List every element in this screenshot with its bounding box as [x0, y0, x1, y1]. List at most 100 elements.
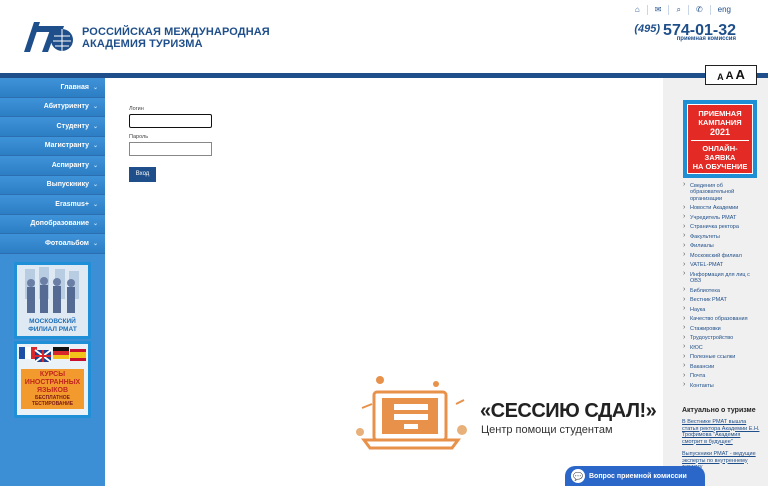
- chevron-down-icon: ⌄: [92, 104, 98, 111]
- promo-subtitle: Центр помощи студентам: [481, 424, 613, 436]
- chevron-down-icon: ⌄: [92, 84, 98, 91]
- news-title: Актуально о туризме: [682, 407, 756, 414]
- top-toolbar: ⌂ ✉ ⌕ ✆ eng: [628, 5, 738, 15]
- nav-item[interactable]: Выпускнику ⌄: [0, 175, 105, 195]
- font-size-switch[interactable]: A A A: [705, 65, 757, 85]
- moscow-banner-line-2: ФИЛИАЛ РМАТ: [28, 325, 77, 333]
- phone-caption: приемная комиссия: [676, 36, 736, 42]
- right-link[interactable]: Почта: [682, 372, 762, 382]
- search-icon[interactable]: ⌕: [668, 5, 687, 15]
- right-link[interactable]: Учредитель РМАТ: [682, 213, 762, 223]
- nav-item[interactable]: Допобразование ⌄: [0, 214, 105, 234]
- nav-item[interactable]: Аспиранту ⌄: [0, 156, 105, 176]
- nav-item-label: Erasmus+: [55, 200, 89, 208]
- chevron-down-icon: ⌄: [92, 182, 98, 189]
- nav-item-label: Выпускнику: [46, 181, 89, 189]
- chevron-down-icon: ⌄: [92, 143, 98, 150]
- brand-line-1: РОССИЙСКАЯ МЕЖДУНАРОДНАЯ: [82, 26, 270, 38]
- login-form: Логин Пароль Вход: [129, 106, 212, 182]
- brand-name: РОССИЙСКАЯ МЕЖДУНАРОДНАЯ АКАДЕМИЯ ТУРИЗМ…: [82, 26, 270, 50]
- right-link[interactable]: Наука: [682, 305, 762, 315]
- campaign-line-2: КАМПАНИЯ: [698, 118, 742, 127]
- nav-item-label: Фотоальбом: [44, 239, 89, 247]
- chevron-down-icon: ⌄: [92, 162, 98, 169]
- nav-item[interactable]: Erasmus+ ⌄: [0, 195, 105, 215]
- login-input[interactable]: [129, 114, 212, 128]
- right-link[interactable]: Вакансии: [682, 362, 762, 372]
- lang-banner-line-1: КУРСЫ: [39, 371, 66, 378]
- right-link[interactable]: Сведения об образовательной организации: [682, 181, 762, 204]
- nav-item[interactable]: Главная ⌄: [0, 78, 105, 98]
- nav-item[interactable]: Фотоальбом ⌄: [0, 234, 105, 254]
- right-link[interactable]: Факультеты: [682, 232, 762, 242]
- mail-icon[interactable]: ✉: [646, 5, 669, 15]
- nav-item[interactable]: Абитуриенту ⌄: [0, 97, 105, 117]
- nav-item-label: Допобразование: [30, 220, 89, 228]
- login-label: Логин: [129, 106, 144, 112]
- nav-item-label: Абитуриенту: [43, 103, 89, 111]
- font-size-medium[interactable]: A: [726, 70, 734, 82]
- language-courses-banner[interactable]: КУРСЫ ИНОСТРАННЫХ ЯЗЫКОВ БЕСПЛАТНОЕ ТЕСТ…: [14, 341, 91, 418]
- moscow-branch-banner[interactable]: МОСКОВСКИЙ ФИЛИАЛ РМАТ: [14, 262, 91, 339]
- nav-item-label: Главная: [60, 83, 89, 91]
- right-link[interactable]: Трудоустройство: [682, 334, 762, 344]
- lang-banner-line-3: ЯЗЫКОВ: [36, 387, 69, 394]
- right-links: Сведения об образовательной организацииН…: [682, 181, 762, 391]
- chevron-down-icon: ⌄: [92, 221, 98, 228]
- header-bar: [0, 73, 768, 78]
- admission-campaign-banner[interactable]: ПРИЕМНАЯ КАМПАНИЯ 2021 ОНЛАЙН-ЗАЯВКА НА …: [683, 100, 757, 178]
- left-sidebar: Главная ⌄ Абитуриенту ⌄ Студенту ⌄ Магистранту…: [0, 78, 105, 486]
- right-link[interactable]: Вестник РМАТ: [682, 296, 762, 306]
- right-link[interactable]: Московский филиал: [682, 251, 762, 261]
- right-sidebar: ПРИЕМНАЯ КАМПАНИЯ 2021 ОНЛАЙН-ЗАЯВКА НА …: [663, 78, 768, 486]
- right-link[interactable]: Информация для лиц с ОВЗ: [682, 270, 762, 286]
- lang-link[interactable]: eng: [709, 5, 738, 15]
- right-link[interactable]: Филиалы: [682, 242, 762, 252]
- chat-icon: 💬: [571, 469, 585, 483]
- right-link[interactable]: Контакты: [682, 381, 762, 391]
- right-link[interactable]: Новости Академии: [682, 204, 762, 214]
- right-link[interactable]: КЮС: [682, 343, 762, 353]
- brand-line-2: АКАДЕМИЯ ТУРИЗМА: [82, 38, 203, 50]
- promo-title[interactable]: «СЕССИЮ СДАЛ!»: [480, 400, 657, 423]
- campaign-line-1: ПРИЕМНАЯ: [698, 109, 742, 118]
- right-link[interactable]: Стажировки: [682, 324, 762, 334]
- font-size-large[interactable]: A: [736, 67, 745, 82]
- lang-banner-line-5: ТЕСТИРОВАНИЕ: [31, 401, 74, 407]
- password-label: Пароль: [129, 134, 149, 140]
- lang-banner-line-2: ИНОСТРАННЫХ: [24, 379, 81, 386]
- home-icon[interactable]: ⌂: [628, 5, 647, 15]
- moscow-banner-line-1: МОСКОВСКИЙ: [29, 318, 76, 325]
- main-nav: Главная ⌄ Абитуриенту ⌄ Студенту ⌄ Магистранту…: [0, 78, 105, 254]
- phone-code: (495): [634, 23, 661, 35]
- font-size-small[interactable]: A: [717, 72, 724, 82]
- nav-item-label: Аспиранту: [51, 161, 89, 169]
- moscow-branch-banner-image: МОСКОВСКИЙ ФИЛИАЛ РМАТ: [17, 265, 88, 336]
- right-link[interactable]: Качество образования: [682, 315, 762, 325]
- password-input[interactable]: [129, 142, 212, 156]
- campaign-year: 2021: [709, 127, 731, 137]
- right-link[interactable]: Страничка ректора: [682, 223, 762, 233]
- login-button[interactable]: Вход: [129, 166, 156, 182]
- page: РОССИЙСКАЯ МЕЖДУНАРОДНАЯ АКАДЕМИЯ ТУРИЗМ…: [0, 0, 768, 486]
- chevron-down-icon: ⌄: [92, 201, 98, 208]
- right-link[interactable]: Библиотека: [682, 286, 762, 296]
- chat-button[interactable]: 💬 Вопрос приемной комиссии: [565, 466, 705, 486]
- laptop-illustration: [356, 376, 467, 450]
- nav-item[interactable]: Студенту ⌄: [0, 117, 105, 137]
- right-link[interactable]: Полезные ссылки: [682, 353, 762, 363]
- phone-icon[interactable]: ✆: [687, 5, 710, 15]
- campaign-line-4: НА ОБУЧЕНИЕ: [692, 162, 748, 171]
- chat-label: Вопрос приемной комиссии: [589, 472, 687, 480]
- header: РОССИЙСКАЯ МЕЖДУНАРОДНАЯ АКАДЕМИЯ ТУРИЗМ…: [0, 0, 768, 74]
- right-link[interactable]: VATEL-РМАТ: [682, 261, 762, 271]
- nav-item-label: Магистранту: [44, 142, 89, 150]
- news-item[interactable]: В Вестнике РМАТ вышла статья ректора Ака…: [682, 419, 762, 445]
- nav-item[interactable]: Магистранту ⌄: [0, 136, 105, 156]
- rmat-logo[interactable]: [20, 18, 76, 54]
- admission-campaign-content: ПРИЕМНАЯ КАМПАНИЯ 2021 ОНЛАЙН-ЗАЯВКА НА …: [687, 104, 753, 174]
- campaign-line-3: ОНЛАЙН-ЗАЯВКА: [691, 140, 749, 162]
- language-courses-banner-image: КУРСЫ ИНОСТРАННЫХ ЯЗЫКОВ БЕСПЛАТНОЕ ТЕСТ…: [17, 344, 88, 415]
- nav-item-label: Студенту: [56, 122, 89, 130]
- chevron-down-icon: ⌄: [92, 123, 98, 130]
